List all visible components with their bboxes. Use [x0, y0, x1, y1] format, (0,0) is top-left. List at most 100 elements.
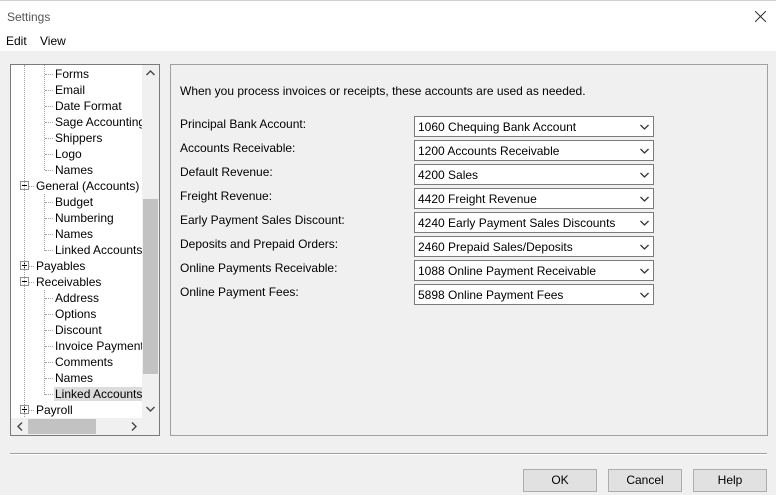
tree-item[interactable]: Sage Accounting — [54, 114, 146, 130]
account-field-label: Deposits and Prepaid Orders: — [180, 237, 339, 251]
account-select[interactable]: 4240 Early Payment Sales Discounts — [414, 212, 654, 233]
scroll-left-button[interactable] — [11, 418, 28, 435]
tree-item-label: Comments — [55, 355, 114, 369]
tree-item[interactable]: Discount — [54, 322, 103, 338]
scroll-right-button[interactable] — [125, 418, 142, 435]
tree-item[interactable]: Receivables — [35, 274, 102, 290]
tree-item[interactable]: Names — [54, 162, 94, 178]
account-select[interactable]: 1200 Accounts Receivable — [414, 140, 654, 161]
tree-connector — [45, 74, 53, 75]
menu-bar: Edit View — [0, 31, 776, 51]
tree-item[interactable]: Address — [54, 290, 100, 306]
chevron-down-icon — [640, 268, 649, 274]
tree-item-label: Budget — [55, 195, 94, 209]
tree-connector — [45, 362, 53, 363]
account-select[interactable]: 1088 Online Payment Receivable — [414, 260, 654, 281]
tree-item[interactable]: Shippers — [54, 130, 103, 146]
window-title: Settings — [7, 10, 51, 24]
tree-item-label: Options — [55, 307, 97, 321]
ok-button[interactable]: OK — [523, 469, 597, 492]
tree-item[interactable]: Linked Accounts — [54, 242, 143, 258]
scrollbar-corner — [142, 418, 159, 435]
tree-item[interactable]: Invoice Payments — [54, 338, 151, 354]
tree-item[interactable]: Email — [54, 82, 86, 98]
account-field-label: Principal Bank Account: — [180, 117, 307, 131]
chevron-down-icon — [640, 172, 649, 178]
tree-vertical-scrollbar[interactable] — [142, 65, 159, 418]
chevron-down-icon — [640, 244, 649, 250]
tree-item[interactable]: Budget — [54, 194, 94, 210]
tree-item-label: Shippers — [55, 131, 103, 145]
tree-connector — [45, 154, 53, 155]
title-bar: Settings — [0, 0, 776, 31]
account-field-label: Online Payment Fees: — [180, 285, 299, 299]
account-select-value: 1060 Chequing Bank Account — [418, 120, 577, 134]
close-button[interactable] — [745, 3, 776, 31]
account-select[interactable]: 1060 Chequing Bank Account — [414, 116, 654, 137]
horizontal-scroll-thumb[interactable] — [28, 419, 96, 434]
tree-item[interactable]: Comments — [54, 354, 114, 370]
tree-horizontal-scrollbar[interactable] — [11, 418, 142, 435]
tree-item[interactable]: Date Format — [54, 98, 123, 114]
account-field-label: Early Payment Sales Discount: — [180, 213, 345, 227]
tree-item-label: Linked Accounts — [54, 387, 144, 401]
account-select-value: 4420 Freight Revenue — [418, 192, 537, 206]
tree-item-label: Forms — [55, 67, 89, 81]
tree-item-label: Numbering — [55, 211, 114, 225]
linked-accounts-panel: When you process invoices or receipts, t… — [170, 64, 768, 436]
tree-item-label: Address — [55, 291, 100, 305]
tree-item-label: Names — [55, 163, 94, 177]
tree-connector — [45, 394, 53, 395]
tree-item-label: Linked Accounts — [55, 243, 143, 257]
tree-connector — [45, 298, 53, 299]
tree-item[interactable]: Logo — [54, 146, 83, 162]
tree-item-label: Email — [55, 83, 86, 97]
tree-guide-line — [44, 290, 45, 395]
account-field-label: Default Revenue: — [180, 165, 273, 179]
chevron-down-icon — [640, 220, 649, 226]
tree-item-label: Payables — [36, 259, 86, 273]
scroll-up-button[interactable] — [142, 65, 159, 82]
tree-item-label: Logo — [55, 147, 82, 161]
tree-connector — [45, 122, 53, 123]
account-select-value: 2460 Prepaid Sales/Deposits — [418, 240, 573, 254]
tree-connector — [45, 138, 53, 139]
tree-connector — [45, 234, 53, 235]
tree-connector — [45, 90, 53, 91]
tree-connector — [45, 202, 53, 203]
account-select-value: 4200 Sales — [418, 168, 479, 182]
tree-item[interactable]: Forms — [54, 66, 90, 82]
menu-edit[interactable]: Edit — [6, 34, 27, 48]
tree-item-label: Names — [55, 227, 94, 241]
scroll-down-button[interactable] — [142, 401, 159, 418]
menu-view[interactable]: View — [40, 34, 66, 48]
chevron-up-icon — [146, 70, 155, 76]
tree-item-label: Receivables — [36, 275, 102, 289]
tree-item[interactable]: Names — [54, 226, 94, 242]
account-select-value: 1088 Online Payment Receivable — [418, 264, 597, 278]
tree-item[interactable]: Linked Accounts — [54, 386, 144, 402]
account-select[interactable]: 4420 Freight Revenue — [414, 188, 654, 209]
tree-item[interactable]: Payroll — [35, 402, 74, 418]
account-select[interactable]: 4200 Sales — [414, 164, 654, 185]
chevron-down-icon — [640, 148, 649, 154]
tree-connector — [45, 378, 53, 379]
tree-connector — [45, 250, 53, 251]
tree-connector — [45, 346, 53, 347]
tree-item[interactable]: General (Accounts) — [35, 178, 140, 194]
settings-tree[interactable]: Forms Email Date Format Sage Accounting Ship… — [10, 64, 160, 436]
account-select[interactable]: 5898 Online Payment Fees — [414, 284, 654, 305]
tree-item[interactable]: Numbering — [54, 210, 115, 226]
tree-item-label: Invoice Payments — [55, 339, 150, 353]
tree-item[interactable]: Names — [54, 370, 94, 386]
close-icon — [755, 11, 766, 22]
account-select[interactable]: 2460 Prepaid Sales/Deposits — [414, 236, 654, 257]
tree-guide-line — [24, 65, 25, 417]
tree-item[interactable]: Payables — [35, 258, 86, 274]
cancel-button[interactable]: Cancel — [608, 469, 682, 492]
vertical-scroll-thumb[interactable] — [143, 199, 158, 374]
chevron-left-icon — [17, 422, 23, 431]
account-select-value: 4240 Early Payment Sales Discounts — [418, 216, 616, 230]
help-button[interactable]: Help — [693, 469, 767, 492]
tree-item[interactable]: Options — [54, 306, 97, 322]
